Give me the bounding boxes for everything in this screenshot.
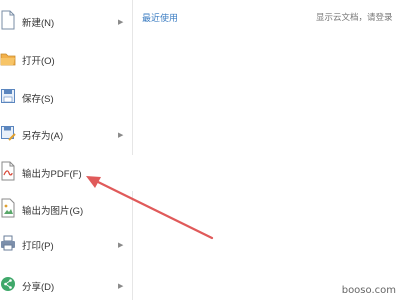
submenu-arrow-icon: ▶: [118, 242, 124, 249]
print-icon: [0, 233, 16, 253]
menu-label-new: 新建(N): [22, 18, 55, 29]
save-as-icon: [0, 123, 16, 143]
menu-item-share[interactable]: 分享(D) ▶: [0, 268, 133, 300]
menu-item-save[interactable]: 保存(S): [0, 80, 133, 116]
image-export-icon: [0, 198, 16, 218]
menu-item-new[interactable]: 新建(N) ▶: [0, 4, 133, 40]
menu-label-open: 打开(O): [22, 56, 55, 67]
submenu-arrow-icon: ▶: [118, 19, 124, 26]
save-icon: [0, 86, 16, 106]
menu-label-save: 保存(S): [22, 94, 54, 105]
menu-item-print[interactable]: 打印(P) ▶: [0, 227, 133, 263]
menu-label-export-pdf: 输出为PDF(F): [22, 169, 82, 180]
file-menu: 新建(N) ▶ 打开(O) 保存(S) 另存为(A) ▶ 输出为PDF(F) 输…: [0, 0, 133, 300]
menu-label-save-as: 另存为(A): [22, 131, 64, 142]
new-document-icon: [0, 10, 16, 30]
submenu-arrow-icon: ▶: [118, 132, 124, 139]
menu-label-export-image: 输出为图片(G): [22, 206, 84, 217]
pdf-icon: [0, 161, 16, 181]
submenu-arrow-icon: ▶: [118, 283, 124, 290]
share-icon: [0, 274, 16, 294]
cloud-login-hint[interactable]: 显示云文档，请登录: [316, 11, 393, 23]
recent-files-title: 最近使用: [142, 13, 179, 23]
menu-item-export-pdf[interactable]: 输出为PDF(F): [0, 155, 133, 191]
menu-label-print: 打印(P): [22, 241, 54, 252]
menu-label-share: 分享(D): [22, 282, 55, 293]
watermark: booso.com: [341, 285, 396, 296]
menu-item-open[interactable]: 打开(O): [0, 42, 133, 78]
menu-item-save-as[interactable]: 另存为(A) ▶: [0, 117, 133, 153]
menu-item-export-image[interactable]: 输出为图片(G): [0, 192, 133, 228]
open-folder-icon: [0, 48, 16, 68]
